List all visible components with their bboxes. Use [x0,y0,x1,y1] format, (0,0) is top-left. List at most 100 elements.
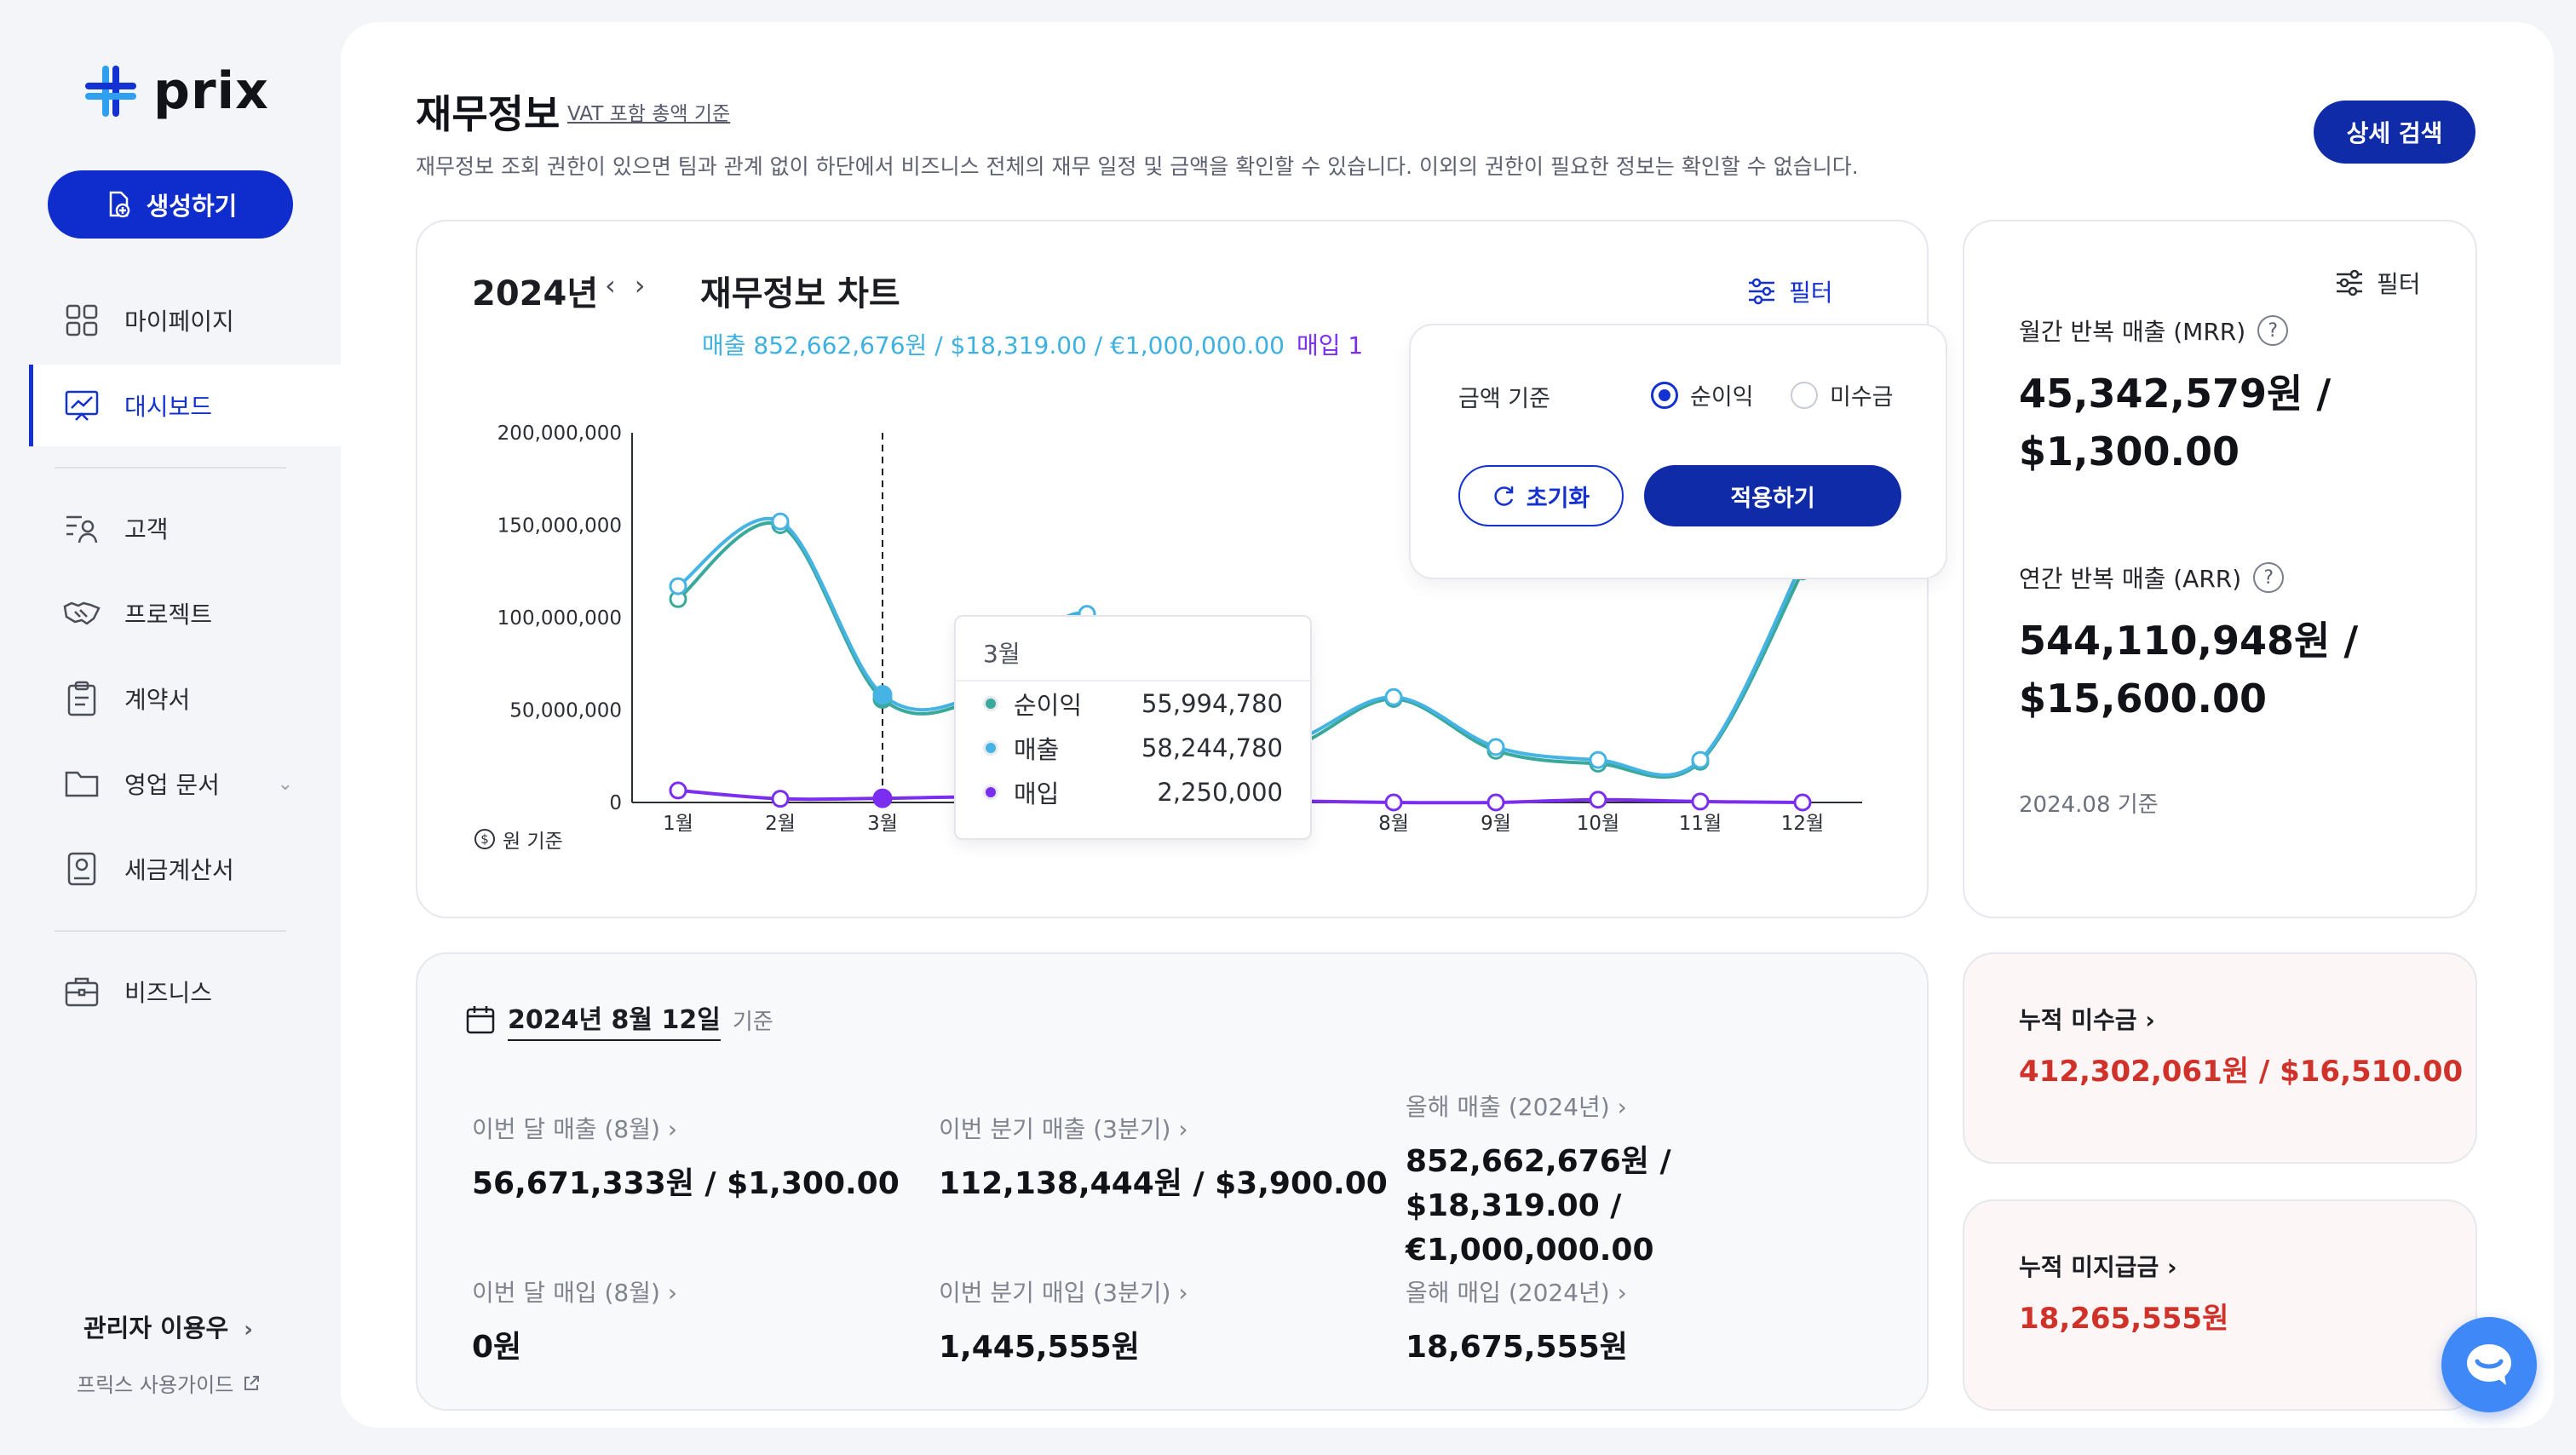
sidebar-item-customer[interactable]: 고객 [29,487,341,569]
summary-value: 112,138,444원 / $3,900.00 [939,1166,1388,1201]
admin-user-name: 관리자 이용우 [83,1314,229,1343]
vat-basis-link[interactable]: VAT 포함 총액 기준 [567,97,730,126]
sidebar-item-mypage[interactable]: 마이페이지 [29,279,341,361]
summary-cell[interactable]: 이번 분기 매입 (3분기) › 1,445,555원 [939,1274,1188,1370]
chat-bubble-icon [2467,1344,2511,1385]
new-document-icon [109,191,129,218]
summary-cell[interactable]: 이번 달 매출 (8월) › 56,671,333원 / $1,300.00 [472,1111,900,1206]
help-icon[interactable]: ? [2253,562,2285,593]
y-tick-label: 50,000,000 [509,700,622,722]
tooltip-label: 매입 [1014,779,1060,808]
filter-popover: 금액 기준 순이익 미수금 초기화 적용하기 [1409,324,1947,579]
receivable-card[interactable]: 누적 미수금 › 412,302,061원 / $16,510.00 [1963,952,2477,1164]
legend-dot [983,740,998,756]
refresh-icon [1494,486,1513,506]
summary-label: 올해 매입 (2024년) › [1406,1279,1627,1307]
help-icon[interactable]: ? [2257,315,2289,346]
logo-text: prix [153,61,269,121]
sidebar-item-tax-invoice[interactable]: 세금계산서 [29,828,341,910]
payable-card[interactable]: 누적 미지급금 › 18,265,555원 [1963,1199,2477,1411]
detail-search-button[interactable]: 상세 검색 [2314,101,2475,164]
data-point [669,577,687,595]
x-tick-label: 3월 [867,813,898,835]
y-tick-label: 200,000,000 [497,423,622,445]
summary-value: 1,445,555원 [939,1330,1140,1365]
summary-date-value: 2024년 8월 12일 [508,998,721,1041]
tooltip-month: 3월 [956,617,1310,681]
sidebar-item-dashboard[interactable]: 대시보드 [29,365,341,446]
data-point [1486,793,1505,812]
mrr-value: 45,342,579원 / $1,300.00 [2019,371,2332,474]
data-point [1691,751,1710,769]
summary-date-basis: 기준 [732,1009,773,1035]
chat-support-button[interactable] [2441,1317,2537,1412]
tooltip-row: 매출 58,244,780 [956,726,1310,770]
logo[interactable]: prix [83,61,269,121]
radio-selected-icon [1651,381,1678,409]
radio-receivable[interactable]: 미수금 [1791,378,1894,411]
sidebar-item-label: 마이페이지 [124,308,234,336]
currency-basis-label: 원 기준 [503,831,563,853]
sidebar-item-label: 고객 [124,515,169,543]
arr-label: 연간 반복 매출 (ARR) ? [2019,561,2285,595]
summary-label: 이번 달 매입 (8월) › [472,1279,678,1307]
summary-cell[interactable]: 올해 매출 (2024년) › 852,662,676원 / $18,319.0… [1406,1089,1866,1273]
tooltip-row: 매입 2,250,000 [956,770,1310,814]
presentation-chart-icon [63,387,101,424]
x-tick-label: 2월 [765,813,796,835]
data-point [1589,751,1607,769]
mrr-label: 월간 반복 매출 (MRR) ? [2019,313,2289,348]
tooltip-value: 58,244,780 [1141,733,1283,762]
summary-cell[interactable]: 이번 달 매입 (8월) › 0원 [472,1274,677,1370]
recurring-revenue-card: 필터 월간 반복 매출 (MRR) ? 45,342,579원 / $1,300… [1963,220,2477,918]
arr-label-text: 연간 반복 매출 (ARR) [2019,565,2242,593]
tooltip-row: 순이익 55,994,780 [956,681,1310,726]
sliders-icon [2337,269,2362,296]
legend-dot [983,696,998,711]
page-description: 재무정보 조회 권한이 있으면 팀과 관계 없이 하단에서 비즈니스 전체의 재… [416,154,1859,179]
guide-link[interactable]: 프릭스 사용가이드 [77,1368,261,1398]
data-point [1793,793,1812,812]
grid-icon [63,302,101,339]
summary-value: 852,662,676원 / $18,319.00 / €1,000,000.0… [1406,1144,1671,1268]
customer-list-icon [63,509,101,547]
apply-button[interactable]: 적용하기 [1644,465,1901,526]
chevron-down-icon[interactable]: ⌄ [278,774,293,795]
reset-label: 초기화 [1526,485,1590,512]
data-point [771,790,790,808]
sidebar-item-project[interactable]: 프로젝트 [29,572,341,654]
payable-value: 18,265,555원 [2019,1302,2229,1336]
metrics-filter-button[interactable]: 필터 [2334,266,2421,300]
data-point [669,781,687,800]
main-panel: 재무정보 VAT 포함 총액 기준 재무정보 조회 권한이 있으면 팀과 관계 … [341,22,2554,1428]
briefcase-icon [63,973,101,1010]
prix-logo-icon [85,66,136,117]
tooltip-value: 55,994,780 [1141,689,1283,718]
data-point [1691,792,1710,811]
tooltip-label: 매출 [1014,735,1060,764]
chevron-right-icon: › [244,1317,254,1343]
summary-cell[interactable]: 이번 분기 매출 (3분기) › 112,138,444원 / $3,900.0… [939,1111,1388,1206]
calendar-icon [466,1006,495,1034]
radio-net-profit[interactable]: 순이익 [1651,378,1754,411]
tax-invoice-icon [63,850,101,888]
receivable-label: 누적 미수금 › [2019,1006,2155,1034]
summary-date[interactable]: 2024년 8월 12일 기준 [465,998,773,1041]
admin-user-link[interactable]: 관리자 이용우 › [83,1308,253,1344]
payable-label: 누적 미지급금 › [2019,1253,2177,1281]
sidebar-item-sales-docs[interactable]: 영업 문서 ⌄ [29,743,341,825]
tooltip-label: 순이익 [1014,691,1083,720]
reset-button[interactable]: 초기화 [1458,465,1624,526]
sidebar-item-business[interactable]: 비즈니스 [29,951,341,1032]
summary-cell[interactable]: 올해 매입 (2024년) › 18,675,555원 [1406,1274,1628,1370]
x-tick-label: 9월 [1481,813,1511,835]
sidebar-item-label: 세금계산서 [124,856,234,884]
metrics-basis: 2024.08 기준 [2019,792,2159,818]
currency-basis: $ 원 기준 [474,825,563,854]
sidebar-item-contract[interactable]: 계약서 [29,658,341,739]
data-point [1589,791,1607,809]
sidebar-item-label: 프로젝트 [124,601,213,629]
receivable-value: 412,302,061원 / $16,510.00 [2019,1055,2464,1089]
chart-card: 2024년 ‹ › 재무정보 차트 매출 852,662,676원 / $18,… [416,220,1947,918]
create-button[interactable]: 생성하기 [48,170,293,239]
